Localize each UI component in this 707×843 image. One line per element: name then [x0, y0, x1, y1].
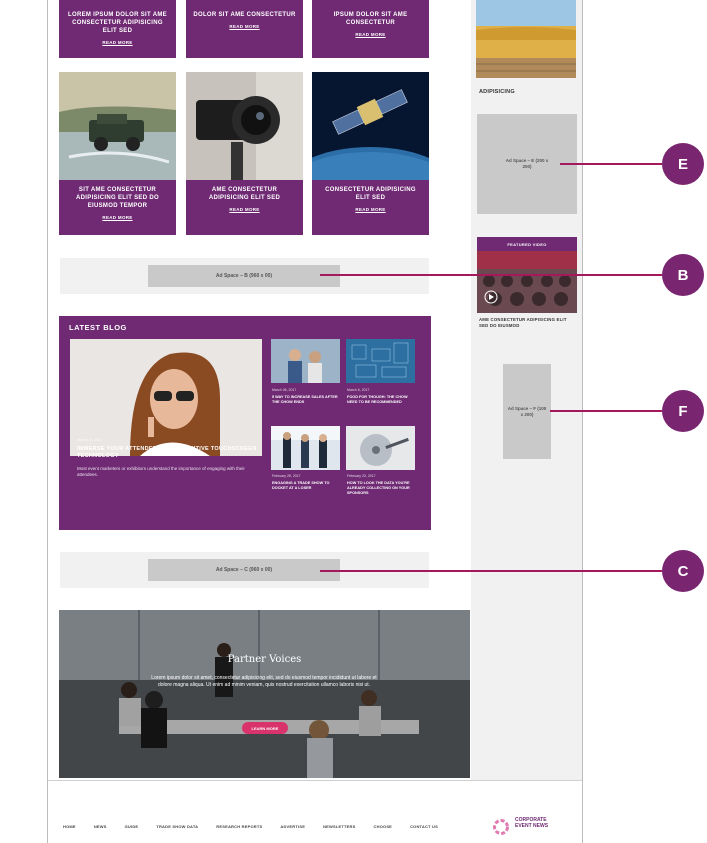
read-more-link[interactable]: READ MORE: [186, 207, 303, 212]
section-title: Partner Voices: [227, 654, 302, 665]
post-date: March 6, 2017: [347, 388, 370, 392]
footer-link-contact-us[interactable]: CONTACT US: [410, 824, 438, 829]
card-title: AME CONSECTETUR ADIPISICING ELIT SED: [208, 187, 281, 201]
logo-icon: [493, 819, 509, 835]
latest-blog-section: LATEST BLOG March 6, 2017 IMMERSE YOUR A…: [59, 316, 431, 530]
hard-drive-image[interactable]: [346, 426, 415, 470]
read-more-link[interactable]: READ MORE: [312, 32, 429, 37]
footer-link-news[interactable]: NEWS: [94, 824, 107, 829]
top-card[interactable]: DOLOR SIT AME CONSECTETUR READ MORE: [186, 0, 303, 58]
conference-video-thumbnail[interactable]: [477, 251, 577, 313]
post-date: February 28, 2017: [272, 474, 301, 478]
wheat-field-image[interactable]: [476, 0, 576, 78]
callout-line-e: [560, 163, 662, 165]
post-date: March 06, 2017: [272, 388, 297, 392]
card-title: DOLOR SIT AME CONSECTETUR: [193, 12, 296, 18]
card-title: SIT AME CONSECTETUR ADIPISICING ELIT SED…: [76, 187, 159, 209]
post-title[interactable]: 5 WAY TO INCREASE SALES AFTER THE CHOW E…: [272, 395, 344, 405]
footer-link-research-reports[interactable]: RESEARCH REPORTS: [216, 824, 262, 829]
sidebar: ADIPISICING Ad Space – E (200 x 200) FEA…: [471, 0, 582, 780]
ad-space-c-label[interactable]: Ad Space – C (960 x 00): [148, 559, 340, 581]
footer-link-advertise[interactable]: ADVERTISE: [280, 824, 305, 829]
video-caption[interactable]: AME CONSECTETUR ADIPISICING ELIT SED DO …: [479, 317, 577, 328]
post-title[interactable]: IMMERSE YOUR ATTENDEES WITH INTUITIVE TO…: [77, 446, 257, 460]
image-card[interactable]: SIT AME CONSECTETUR ADIPISICING ELIT SED…: [59, 180, 176, 235]
footer-nav: HOME NEWS GUIDE TRADE SHOW DATA RESEARCH…: [63, 824, 456, 829]
callout-line-f: [550, 410, 662, 412]
post-title[interactable]: FOOD FOR THOUGH: THE CHOW NEED TO BE REC…: [347, 395, 419, 405]
footer-link-trade-show-data[interactable]: TRADE SHOW DATA: [156, 824, 198, 829]
post-excerpt: Most event marketers or exhibitors under…: [77, 466, 245, 477]
callout-badge-e: E: [662, 143, 704, 185]
partner-voices-section: Partner Voices Lorem ipsum dolor sit ame…: [59, 610, 470, 778]
satellite-earth-image[interactable]: [312, 72, 429, 180]
read-more-link[interactable]: READ MORE: [59, 215, 176, 220]
ad-space-f[interactable]: Ad Space – F (100 x 200): [503, 364, 551, 459]
callout-line-b: [320, 274, 662, 276]
footer-link-guide[interactable]: GUIDE: [125, 824, 139, 829]
city-blueprint-image[interactable]: [346, 339, 415, 383]
footer-divider: [48, 780, 582, 781]
jeep-in-river-image[interactable]: [59, 72, 176, 180]
callout-badge-b: B: [662, 254, 704, 296]
card-title: LOREM IPSUM DOLOR SIT AME CONSECTETUR AD…: [68, 12, 167, 34]
main-column: LOREM IPSUM DOLOR SIT AME CONSECTETUR AD…: [48, 0, 471, 843]
image-card[interactable]: CONSECTETUR ADIPISICING ELIT SED READ MO…: [312, 180, 429, 235]
post-date: March 6, 2017: [77, 437, 103, 442]
featured-video-label: FEATURED VIDEO: [507, 242, 547, 247]
card-title: CONSECTETUR ADIPISICING ELIT SED: [325, 187, 416, 201]
read-more-link[interactable]: READ MORE: [186, 24, 303, 29]
page-frame: LOREM IPSUM DOLOR SIT AME CONSECTETUR AD…: [47, 0, 583, 843]
image-card[interactable]: AME CONSECTETUR ADIPISICING ELIT SED REA…: [186, 180, 303, 235]
post-date: February 23, 2017: [347, 474, 376, 478]
office-people-image[interactable]: [271, 426, 340, 470]
callout-badge-f: F: [662, 390, 704, 432]
callout-badge-c: C: [662, 550, 704, 592]
card-title: IPSUM DOLOR SIT AME CONSECTETUR: [333, 12, 408, 26]
business-people-image[interactable]: [271, 339, 340, 383]
footer-link-choose[interactable]: CHOOSE: [374, 824, 393, 829]
footer-link-newsletters[interactable]: NEWSLETTERS: [323, 824, 355, 829]
meeting-room-image: [59, 610, 470, 778]
ad-space-b: Ad Space – B (960 x 00): [60, 258, 429, 294]
section-text: Lorem ipsum dolor sit amet, consectetur …: [151, 675, 377, 688]
footer-link-home[interactable]: HOME: [63, 824, 76, 829]
section-title: LATEST BLOG: [69, 323, 127, 332]
learn-more-button[interactable]: LEARN MORE: [242, 722, 288, 734]
top-card[interactable]: LOREM IPSUM DOLOR SIT AME CONSECTETUR AD…: [59, 0, 176, 58]
read-more-link[interactable]: READ MORE: [59, 40, 176, 45]
ad-space-b-label[interactable]: Ad Space – B (960 x 00): [148, 265, 340, 287]
top-card[interactable]: IPSUM DOLOR SIT AME CONSECTETUR READ MOR…: [312, 0, 429, 58]
post-title[interactable]: HOW TO LOOK THE DATA YOU'RE ALREADY COLL…: [347, 481, 419, 496]
logo-text: CORPORATE EVENT NEWS: [515, 817, 549, 829]
corporate-event-news-logo[interactable]: CORPORATE EVENT NEWS: [491, 817, 561, 839]
read-more-link[interactable]: READ MORE: [312, 207, 429, 212]
sidebar-caption[interactable]: ADIPISICING: [479, 89, 515, 95]
camera-lens-image[interactable]: [186, 72, 303, 180]
callout-line-c: [320, 570, 662, 572]
post-title[interactable]: ENGAGING A TRADE SHOW TO DOCKET AT A LOS…: [272, 481, 344, 491]
